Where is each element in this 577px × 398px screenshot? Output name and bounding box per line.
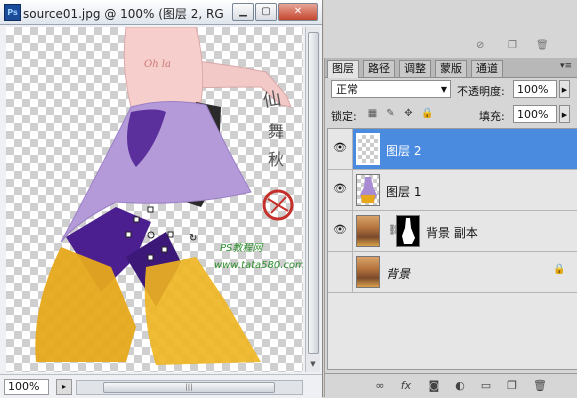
- page-icon[interactable]: ❐: [508, 40, 517, 51]
- layer-thumbnail: [356, 215, 380, 247]
- blend-mode-select[interactable]: 正常 ▼: [331, 80, 451, 98]
- new-layer-icon[interactable]: ❐: [505, 379, 519, 393]
- svg-text:Oh la: Oh la: [144, 59, 171, 70]
- status-bar: 100% ▸ |||: [0, 374, 322, 398]
- watermark-brand: PS教程网: [220, 243, 263, 254]
- visibility-eye-icon[interactable]: 👁: [332, 224, 348, 236]
- fill-arrow-icon[interactable]: ▶: [559, 105, 570, 123]
- visibility-eye-icon[interactable]: 👁: [332, 265, 348, 277]
- fx-icon[interactable]: fx: [399, 379, 413, 393]
- zoom-level-field[interactable]: 100%: [4, 379, 49, 395]
- lock-transparency-icon[interactable]: ▦: [367, 108, 378, 119]
- layer-lock-icon: 🔒: [553, 264, 566, 275]
- horizontal-scrollbar[interactable]: |||: [76, 380, 303, 395]
- layers-list: 👁 图层 2 👁 图层 1 👁 ⛓ 背景 副本 👁 背景 🔒: [327, 128, 577, 370]
- svg-text:↻: ↻: [189, 233, 197, 244]
- panel-tabs: 图层 路径 调整 蒙版 通道 ▾≡: [325, 58, 577, 78]
- scroll-down-arrow-icon[interactable]: ▼: [308, 359, 318, 369]
- new-group-icon[interactable]: ▭: [479, 379, 493, 393]
- layer-name: 背景: [386, 267, 411, 281]
- upper-panel-area: ⊘ ❐ 🗑: [324, 0, 577, 58]
- layer-thumbnail: [356, 256, 380, 288]
- visibility-eye-icon[interactable]: 👁: [332, 142, 348, 154]
- dancer-figure: Oh la 仙 舞 秋 ↻: [35, 27, 294, 365]
- layer-mask-thumbnail[interactable]: [396, 215, 420, 247]
- visibility-eye-icon[interactable]: 👁: [332, 183, 348, 195]
- layer-name: 图层 1: [386, 185, 422, 199]
- lock-row: 锁定: ▦ ✎ ✥ 🔒 填充: 100% ▶: [329, 105, 574, 125]
- link-layers-icon[interactable]: ∞: [373, 379, 387, 393]
- fill-field[interactable]: 100%: [513, 105, 557, 123]
- vertical-scroll-thumb[interactable]: [308, 32, 319, 354]
- status-info-icon[interactable]: ▸: [56, 379, 72, 395]
- watermark-site: www.tata580.com: [214, 260, 303, 271]
- no-entry-icon[interactable]: ⊘: [476, 40, 484, 51]
- layer-row-layer-2[interactable]: 👁 图层 2: [328, 129, 577, 170]
- opacity-arrow-icon[interactable]: ▶: [559, 80, 570, 98]
- photoshop-icon: Ps: [4, 4, 21, 21]
- svg-text:仙: 仙: [261, 88, 282, 112]
- layer-row-background-copy[interactable]: 👁 ⛓ 背景 副本: [328, 211, 577, 252]
- trash-icon[interactable]: 🗑: [536, 40, 549, 51]
- layer-thumbnail: [356, 133, 380, 165]
- tab-paths[interactable]: 路径: [363, 60, 395, 77]
- horizontal-scroll-thumb[interactable]: |||: [103, 382, 275, 393]
- delete-icon[interactable]: 🗑: [533, 379, 547, 393]
- layer-name: 背景 副本: [426, 226, 478, 240]
- layer-thumbnail: [356, 174, 380, 206]
- layers-panel: 图层 路径 调整 蒙版 通道 ▾≡ 正常 ▼ 不透明度: 100% ▶ 锁定: …: [324, 58, 577, 398]
- layer-name: 图层 2: [386, 144, 422, 158]
- yellow-pant-right: [144, 257, 261, 365]
- image-canvas[interactable]: Oh la 仙 舞 秋 ↻ PS教程网 www.tata580.com: [6, 27, 303, 372]
- lock-position-icon[interactable]: ✥: [403, 108, 414, 119]
- vertical-scrollbar[interactable]: ▼: [305, 27, 320, 372]
- document-window: Ps source01.jpg @ 100% (图层 2, RG... ▁ ▢ …: [0, 0, 323, 398]
- document-titlebar[interactable]: Ps source01.jpg @ 100% (图层 2, RG... ▁ ▢ …: [0, 0, 322, 25]
- layer-row-layer-1[interactable]: 👁 图层 1: [328, 170, 577, 211]
- opacity-field[interactable]: 100%: [513, 80, 557, 98]
- fill-label: 填充:: [479, 110, 505, 123]
- tab-layers[interactable]: 图层: [327, 60, 359, 78]
- svg-text:秋: 秋: [268, 150, 284, 169]
- blend-mode-value: 正常: [336, 83, 358, 96]
- blend-row: 正常 ▼ 不透明度: 100% ▶: [329, 80, 574, 100]
- chevron-down-icon: ▼: [440, 85, 447, 94]
- tab-channels[interactable]: 通道: [471, 60, 503, 77]
- minimize-button[interactable]: ▁: [232, 3, 254, 21]
- opacity-label: 不透明度:: [457, 85, 505, 98]
- panel-menu-icon[interactable]: ▾≡: [560, 61, 572, 71]
- lock-label: 锁定:: [331, 110, 357, 123]
- layers-bottom-toolbar: ∞ fx ◙ ◐ ▭ ❐ 🗑: [325, 373, 577, 398]
- lock-all-icon[interactable]: 🔒: [421, 108, 433, 119]
- svg-text:舞: 舞: [268, 122, 284, 141]
- adjustment-layer-icon[interactable]: ◐: [453, 379, 467, 393]
- maximize-button[interactable]: ▢: [255, 3, 277, 21]
- tab-masks[interactable]: 蒙版: [435, 60, 467, 77]
- lock-pixels-icon[interactable]: ✎: [385, 108, 396, 119]
- tab-adjustments[interactable]: 调整: [399, 60, 431, 77]
- document-title: source01.jpg @ 100% (图层 2, RG...: [23, 7, 223, 21]
- add-mask-icon[interactable]: ◙: [427, 379, 441, 393]
- layer-row-background[interactable]: 👁 背景 🔒: [328, 252, 577, 293]
- close-button[interactable]: ✕: [278, 3, 318, 21]
